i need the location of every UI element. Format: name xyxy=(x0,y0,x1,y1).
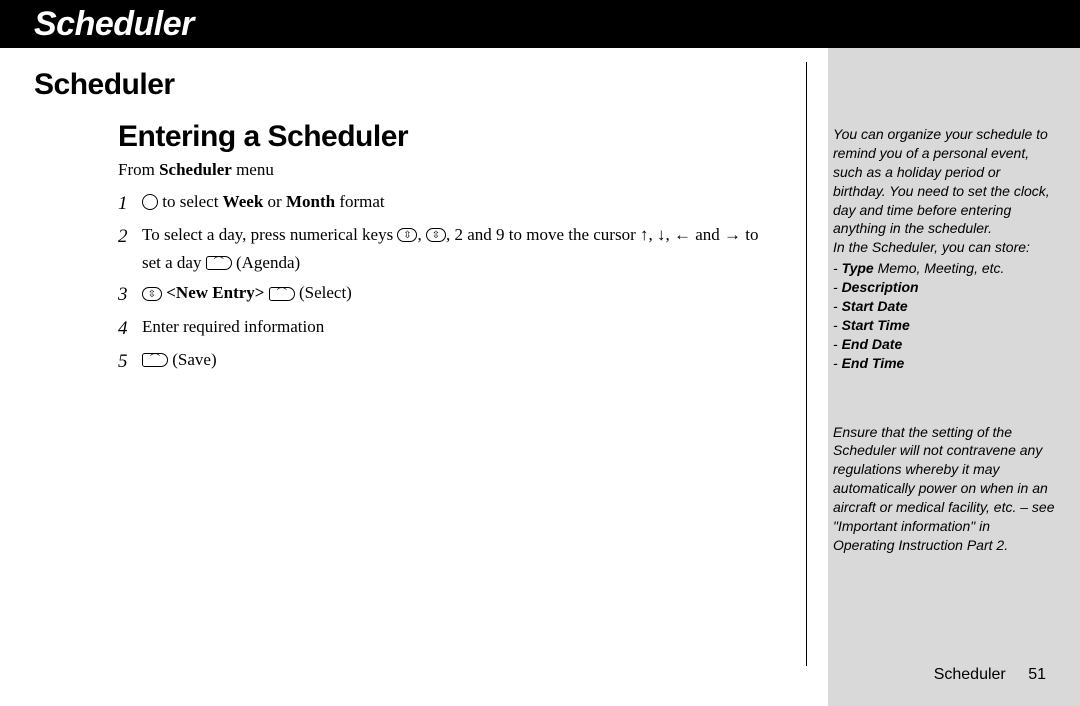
header-title: Scheduler xyxy=(34,5,194,44)
section-label: Scheduler xyxy=(34,68,175,102)
step-plain: , xyxy=(417,225,426,244)
step-text: Enter required information xyxy=(142,313,778,344)
store-item-label: End Time xyxy=(842,355,905,371)
page-number: 51 xyxy=(1028,666,1046,683)
from-bold: Scheduler xyxy=(159,160,232,179)
step-text: to select Week or Month format xyxy=(142,188,778,219)
side-warning: Ensure that the setting of the Scheduler… xyxy=(833,423,1055,555)
step-text: <New Entry> (Select) xyxy=(142,279,778,310)
soft-key-icon xyxy=(142,353,168,367)
from-suffix: menu xyxy=(232,160,274,179)
step-plain: to select xyxy=(158,192,223,211)
step-plain: (Select) xyxy=(295,283,352,302)
step-number: 1 xyxy=(118,188,142,219)
step-row: 2To select a day, press numerical keys ,… xyxy=(118,221,778,277)
step-number: 2 xyxy=(118,221,142,277)
step-row: 1 to select Week or Month format xyxy=(118,188,778,219)
step-plain: (Save) xyxy=(168,350,217,369)
store-item-suffix: Memo, Meeting, etc. xyxy=(874,260,1005,276)
footer-label: Scheduler xyxy=(934,666,1006,683)
page-header: Scheduler xyxy=(0,0,1080,48)
from-prefix: From xyxy=(118,160,159,179)
content: Scheduler Entering a Scheduler From Sche… xyxy=(0,48,828,706)
updown-key-icon xyxy=(426,228,446,242)
step-row: 4Enter required information xyxy=(118,313,778,344)
store-item-label: End Date xyxy=(842,336,903,352)
step-number: 3 xyxy=(118,279,142,310)
step-plain: To select a day, press numerical keys xyxy=(142,225,397,244)
step-text: (Save) xyxy=(142,346,778,377)
updown-key-icon xyxy=(142,287,162,301)
from-line: From Scheduler menu xyxy=(118,160,274,180)
steps-list: 1 to select Week or Month format2To sele… xyxy=(118,188,778,379)
store-item: End Date xyxy=(833,335,1055,354)
store-item: Type Memo, Meeting, etc. xyxy=(833,259,1055,278)
step-row: 5 (Save) xyxy=(118,346,778,377)
step-row: 3 <New Entry> (Select) xyxy=(118,279,778,310)
step-bold: <New Entry> xyxy=(166,283,264,302)
updown-key-icon xyxy=(397,228,417,242)
store-item-label: Start Time xyxy=(842,317,910,333)
store-item: End Time xyxy=(833,354,1055,373)
store-item-label: Start Date xyxy=(842,298,908,314)
step-bold: Week xyxy=(223,192,264,211)
direction-key-icon xyxy=(142,194,158,210)
soft-key-icon xyxy=(269,287,295,301)
step-plain: format xyxy=(335,192,385,211)
side-notes: You can organize your schedule to remind… xyxy=(833,125,1055,555)
step-number: 5 xyxy=(118,346,142,377)
store-item-label: Description xyxy=(842,279,919,295)
step-text: To select a day, press numerical keys , … xyxy=(142,221,778,277)
vertical-rule xyxy=(806,62,807,666)
side-store-intro: In the Scheduler, you can store: xyxy=(833,238,1055,257)
step-plain: Enter required information xyxy=(142,317,324,336)
side-intro: You can organize your schedule to remind… xyxy=(833,125,1055,238)
store-item: Start Date xyxy=(833,297,1055,316)
main-heading: Entering a Scheduler xyxy=(118,120,408,154)
step-bold: Month xyxy=(286,192,335,211)
store-item: Start Time xyxy=(833,316,1055,335)
store-list: Type Memo, Meeting, etc.DescriptionStart… xyxy=(833,259,1055,372)
store-item: Description xyxy=(833,278,1055,297)
step-plain: (Agenda) xyxy=(232,253,300,272)
store-item-label: Type xyxy=(842,260,874,276)
step-number: 4 xyxy=(118,313,142,344)
soft-key-icon xyxy=(206,256,232,270)
step-plain: or xyxy=(263,192,286,211)
page-footer: Scheduler 51 xyxy=(934,666,1046,684)
